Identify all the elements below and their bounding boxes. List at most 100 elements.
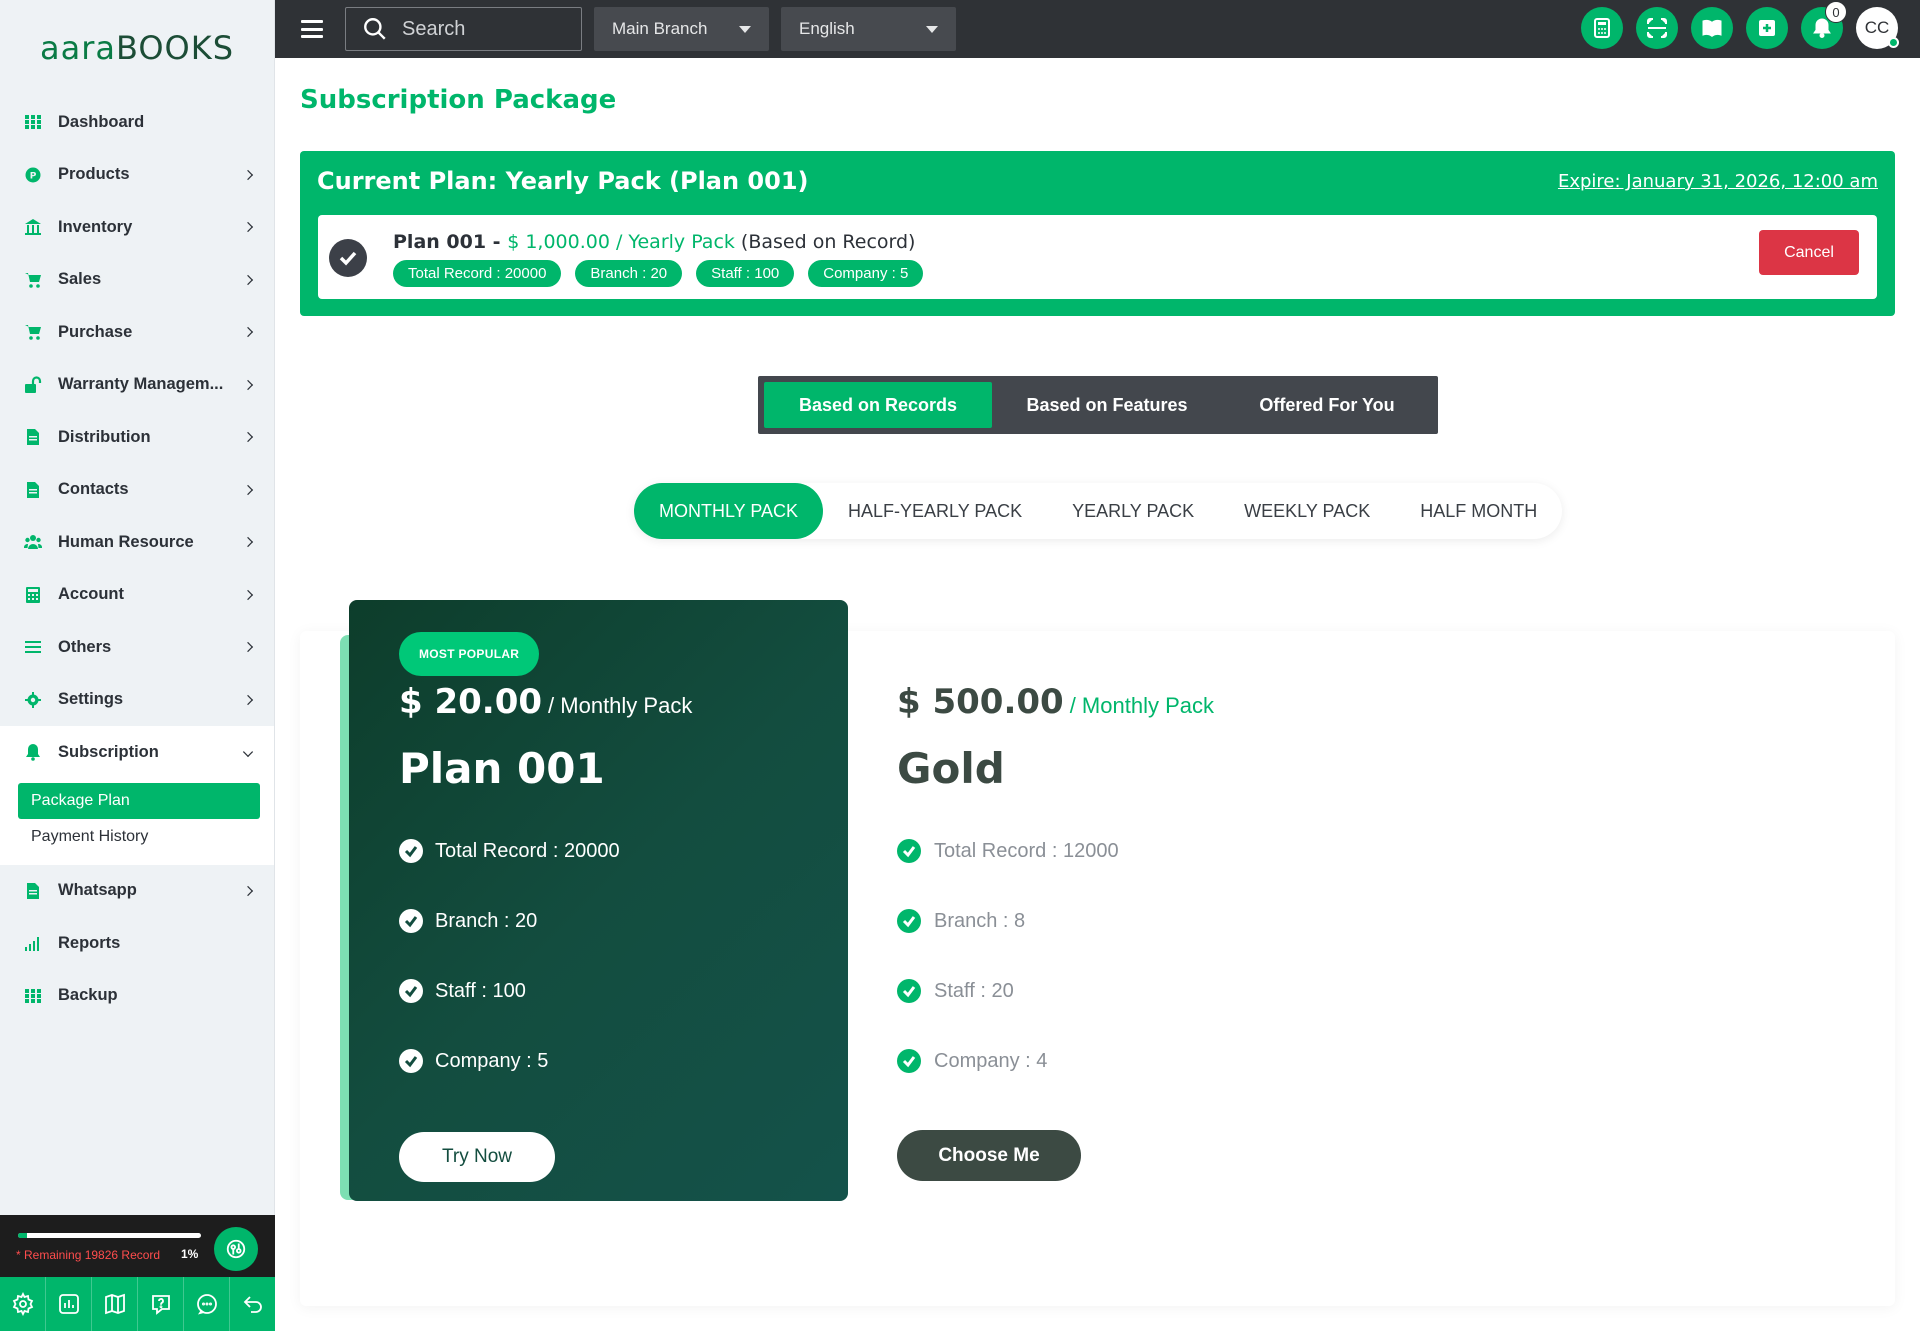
- calculator-button[interactable]: [1581, 7, 1623, 49]
- branch-select[interactable]: Main Branch: [594, 7, 769, 51]
- sidebar-item-human-resource[interactable]: Human Resource: [0, 516, 274, 569]
- language-select-value: English: [799, 19, 855, 38]
- remaining-progress-fill: [18, 1233, 28, 1238]
- bar-chart-icon: [24, 934, 42, 952]
- sidebar-item-inventory[interactable]: Inventory: [0, 201, 274, 254]
- sidebar-item-label: Whatsapp: [58, 881, 137, 900]
- tab-based-on-records[interactable]: Based on Records: [764, 382, 992, 428]
- search-box[interactable]: [345, 7, 582, 51]
- plan-period: / Monthly Pack: [548, 693, 693, 718]
- plan-feature-label: Total Record : 12000: [934, 839, 1119, 862]
- tab-based-on-features[interactable]: Based on Features: [992, 382, 1222, 428]
- plan-feature: Branch : 8: [897, 909, 1025, 933]
- footer-guide-button[interactable]: [92, 1277, 138, 1331]
- search-icon: [364, 18, 386, 40]
- sidebar-item-distribution[interactable]: Distribution: [0, 411, 274, 464]
- plan-name: Plan 001: [399, 744, 605, 793]
- sidebar-subitem-payment-history[interactable]: Payment History: [18, 819, 260, 855]
- footer-back-button[interactable]: [230, 1277, 275, 1331]
- sidebar-item-label: Distribution: [58, 427, 151, 446]
- search-input[interactable]: [402, 17, 552, 41]
- sidebar-item-products[interactable]: P Products: [0, 149, 274, 202]
- choose-me-button[interactable]: Choose Me: [897, 1130, 1081, 1181]
- tab-half-yearly-pack[interactable]: HALF-YEARLY PACK: [823, 483, 1047, 539]
- tab-monthly-pack[interactable]: MONTHLY PACK: [634, 483, 824, 539]
- plan-feature: Company : 4: [897, 1049, 1047, 1073]
- avatar[interactable]: CC: [1856, 7, 1899, 49]
- grid-icon: [24, 113, 42, 131]
- scan-button[interactable]: [1636, 7, 1678, 49]
- unlock-icon: [24, 376, 42, 394]
- chevron-right-icon: [242, 222, 254, 233]
- logo[interactable]: aara BOOKS: [0, 0, 274, 96]
- guide-button[interactable]: [1691, 7, 1733, 49]
- check-circle-icon: [897, 839, 921, 863]
- remaining-progress-bar: [18, 1233, 201, 1238]
- sidebar-item-account[interactable]: Account: [0, 569, 274, 622]
- try-now-button[interactable]: Try Now: [399, 1132, 555, 1182]
- file-icon: [24, 481, 42, 499]
- footer-reports-button[interactable]: [46, 1277, 92, 1331]
- sidebar-item-subscription[interactable]: Subscription: [0, 726, 274, 779]
- gear-icon: [24, 691, 42, 709]
- remaining-records-panel: * Remaining 19826 Record 1%: [0, 1215, 275, 1277]
- current-plan-panel: Current Plan: Yearly Pack (Plan 001) Exp…: [300, 151, 1895, 316]
- sidebar: aara BOOKS Dashboard P Products Inventory…: [0, 0, 275, 1331]
- remaining-percent: 1%: [181, 1247, 199, 1261]
- online-status-dot: [1888, 37, 1899, 48]
- tab-weekly-pack[interactable]: WEEKLY PACK: [1219, 483, 1395, 539]
- sidebar-item-label: Warranty Managem...: [58, 375, 224, 394]
- support-button[interactable]: [214, 1227, 258, 1271]
- cancel-plan-button[interactable]: Cancel: [1759, 230, 1859, 275]
- sidebar-item-label: Others: [58, 637, 112, 656]
- notifications-button[interactable]: 0: [1801, 1, 1847, 49]
- tab-half-month[interactable]: HALF MONTH: [1395, 483, 1562, 539]
- footer-help-button[interactable]: [138, 1277, 184, 1331]
- sidebar-item-others[interactable]: Others: [0, 621, 274, 674]
- current-plan-expire-link[interactable]: Expire: January 31, 2026, 12:00 am: [1558, 171, 1878, 192]
- chevron-right-icon: [242, 379, 254, 390]
- sidebar-item-reports[interactable]: Reports: [0, 917, 274, 970]
- sidebar-item-dashboard[interactable]: Dashboard: [0, 96, 274, 149]
- plan-feature-label: Staff : 20: [934, 979, 1014, 1002]
- bar-chart-icon: [58, 1294, 79, 1314]
- current-plan-price: $ 1,000.00 / Yearly Pack: [507, 231, 735, 253]
- sidebar-item-label: Subscription: [58, 742, 159, 761]
- plan-tag: Total Record : 20000: [393, 260, 562, 287]
- tab-yearly-pack[interactable]: YEARLY PACK: [1047, 483, 1219, 539]
- sidebar-item-sales[interactable]: Sales: [0, 254, 274, 307]
- sidebar-item-warranty[interactable]: Warranty Managem...: [0, 359, 274, 412]
- menu-toggle-icon[interactable]: [301, 20, 323, 38]
- footer-chat-button[interactable]: [184, 1277, 230, 1331]
- plan-feature: Company : 5: [399, 1049, 548, 1073]
- plan-feature: Staff : 100: [399, 979, 526, 1003]
- plan-feature-label: Company : 4: [934, 1049, 1048, 1072]
- sidebar-item-backup[interactable]: Backup: [0, 970, 274, 1023]
- add-button[interactable]: [1746, 7, 1788, 49]
- chevron-right-icon: [242, 274, 254, 285]
- current-plan-title: Current Plan: Yearly Pack (Plan 001): [317, 167, 809, 195]
- check-circle-icon: [897, 979, 921, 1003]
- sidebar-item-label: Account: [58, 585, 124, 604]
- plan-card-featured: MOST POPULAR $ 20.00 / Monthly Pack Plan…: [349, 600, 848, 1201]
- topbar: Main Branch English 0 CC: [275, 0, 1920, 58]
- cart-icon: [24, 323, 42, 341]
- sidebar-item-purchase[interactable]: Purchase: [0, 306, 274, 359]
- tab-offered-for-you[interactable]: Offered For You: [1222, 382, 1432, 428]
- chevron-right-icon: [242, 327, 254, 338]
- sidebar-item-contacts[interactable]: Contacts: [0, 464, 274, 517]
- sidebar-subitem-package-plan[interactable]: Package Plan: [18, 782, 260, 819]
- sidebar-item-label: Purchase: [58, 322, 133, 341]
- page-title: Subscription Package: [300, 85, 617, 115]
- check-circle-icon: [897, 1049, 921, 1073]
- sidebar-item-label: Human Resource: [58, 532, 194, 551]
- footer-settings-button[interactable]: [0, 1277, 46, 1331]
- chevron-down-icon: [242, 747, 254, 758]
- language-select[interactable]: English: [781, 7, 956, 51]
- sidebar-item-whatsapp[interactable]: Whatsapp: [0, 865, 274, 918]
- sidebar-item-settings[interactable]: Settings: [0, 674, 274, 727]
- bell-icon: [24, 743, 42, 762]
- current-plan-tags: Total Record : 20000 Branch : 20 Staff :…: [393, 260, 937, 287]
- grid-icon: [24, 987, 42, 1005]
- file-icon: [24, 428, 42, 446]
